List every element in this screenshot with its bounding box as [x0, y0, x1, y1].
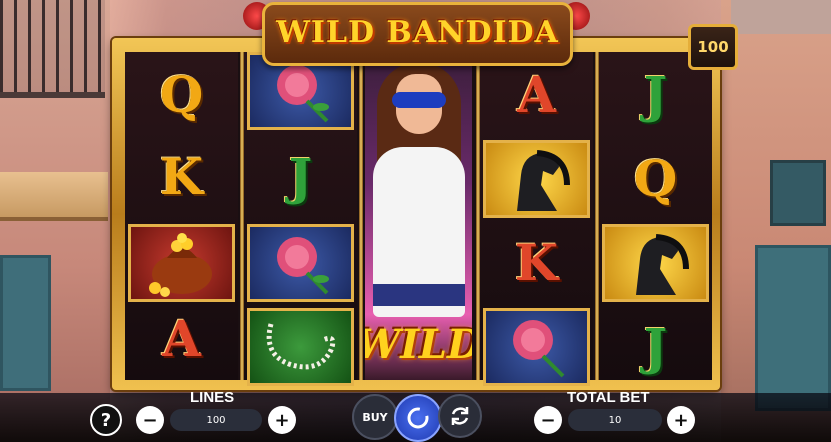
symbol-cell: J: [602, 308, 709, 386]
wild-label: WILD: [365, 320, 472, 368]
spin-icon: [407, 407, 429, 429]
rose-icon: [512, 320, 564, 378]
symbol-cell: [483, 140, 590, 218]
window: [770, 160, 826, 226]
balcony: [0, 0, 105, 98]
rose-icon: [276, 65, 329, 123]
bandida-belt: [373, 284, 465, 306]
symbol-cell: [247, 308, 354, 386]
spin-button[interactable]: [394, 394, 442, 442]
lines-label: LINES: [190, 389, 235, 406]
letter-symbol: J: [643, 65, 668, 124]
door: [0, 255, 51, 391]
letter-symbol: A: [517, 65, 556, 124]
symbol-cell: [602, 224, 709, 302]
total-bet-label: TOTAL BET: [567, 389, 650, 406]
title-banner: WILD BANDIDA: [262, 2, 573, 66]
bet-plus-button[interactable]: +: [667, 406, 695, 434]
reel-4: A K: [480, 52, 593, 386]
reel-divider: [359, 52, 363, 380]
letter-symbol: J: [643, 317, 668, 376]
lines-value: 100: [170, 409, 262, 431]
symbol-cell: [128, 224, 235, 302]
horse-icon: [635, 234, 689, 295]
symbol-cell: [483, 308, 590, 386]
help-button[interactable]: ?: [90, 404, 122, 436]
door: [755, 245, 831, 411]
letter-symbol: K: [514, 233, 559, 292]
symbol-cell: [247, 224, 354, 302]
symbol-cell: K: [483, 224, 590, 302]
reel-area: Q K A J IL A K J Q J: [125, 52, 712, 386]
left-building: [0, 0, 110, 442]
ways-badge: 100: [688, 24, 738, 70]
reel-3-wild: WILD: [365, 52, 472, 380]
letter-symbol: Q: [633, 149, 678, 208]
game-title: WILD BANDIDA: [276, 15, 559, 50]
money-bag-icon: [148, 233, 212, 297]
autoplay-button[interactable]: [438, 394, 482, 438]
symbol-cell: Q: [602, 140, 709, 218]
pearl-necklace-icon: [266, 323, 335, 370]
letter-symbol: Q: [159, 65, 204, 124]
total-bet-value: 10: [568, 409, 662, 431]
balcony: [731, 0, 831, 34]
rose-icon: [276, 237, 329, 295]
lines-minus-button[interactable]: −: [136, 406, 164, 434]
bet-minus-button[interactable]: −: [534, 406, 562, 434]
symbol-cell: A: [483, 56, 590, 134]
reel-1: Q K A: [125, 52, 238, 380]
bandida-mask: [392, 92, 446, 108]
symbol-cell: A: [128, 300, 235, 378]
lines-plus-button[interactable]: +: [268, 406, 296, 434]
letter-symbol: K: [159, 147, 204, 206]
letter-symbol: A: [162, 309, 201, 368]
letter-symbol: J: [288, 147, 313, 206]
horse-icon: [516, 150, 570, 211]
reel-5: J Q J: [599, 52, 712, 380]
symbol-cell: J: [247, 138, 354, 216]
symbol-cell: Q: [128, 56, 235, 134]
symbol-cell: K: [128, 138, 235, 216]
awning: [0, 172, 108, 221]
buy-feature-button[interactable]: BUY: [352, 394, 398, 440]
reel-2: J: [244, 52, 357, 386]
autoplay-icon: [451, 407, 469, 425]
